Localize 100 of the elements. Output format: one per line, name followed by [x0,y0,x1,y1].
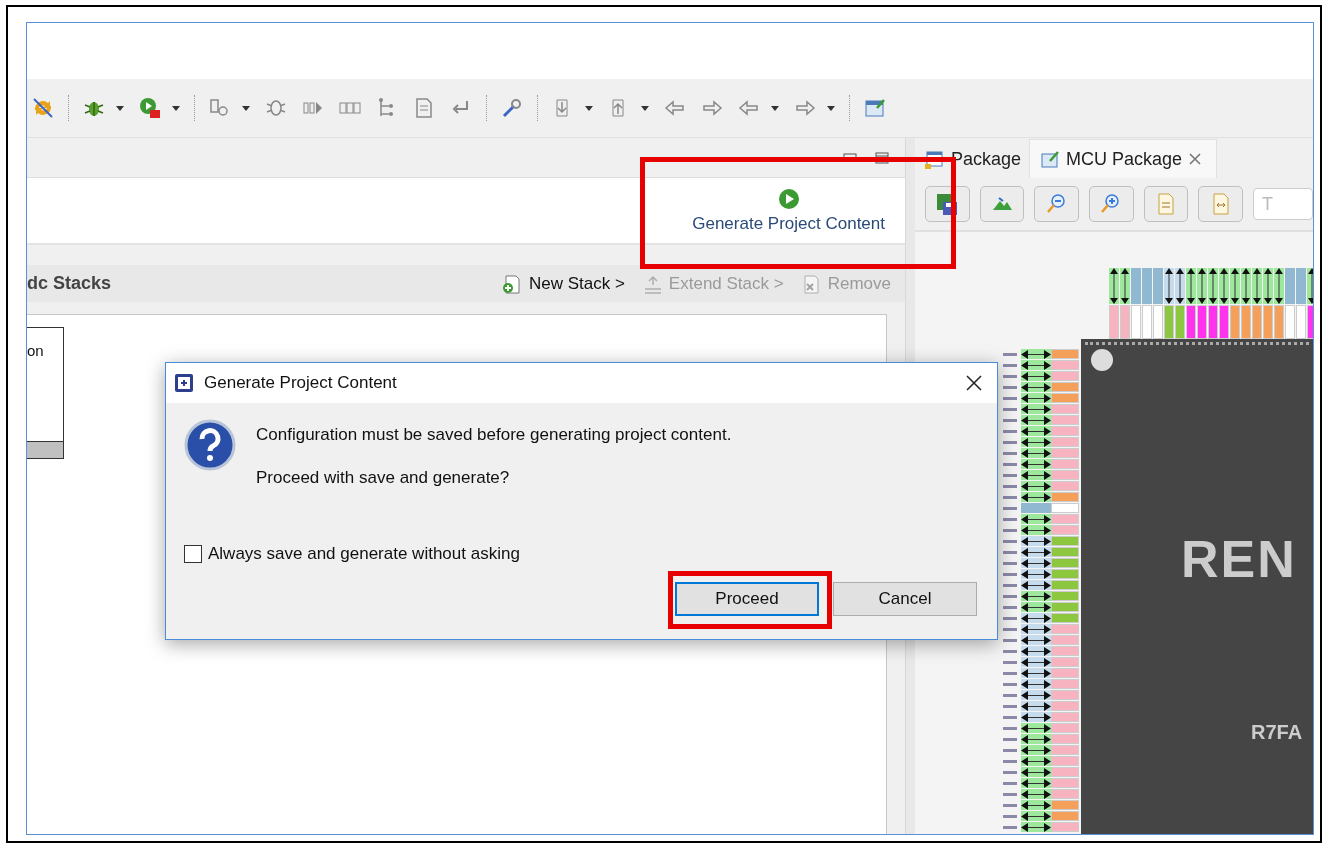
pin-direction [1021,558,1051,568]
pin-direction [1021,470,1051,480]
pin-name [1003,418,1017,422]
pin-direction [1021,635,1051,645]
close-icon[interactable] [965,374,983,392]
pin-direction [1219,268,1229,304]
pin-direction [1021,569,1051,579]
pin-name [1003,517,1017,521]
caret-icon[interactable] [770,103,780,113]
pin-name [1003,803,1017,807]
toolbar-action[interactable]: New Stack > [500,272,625,295]
window-icon [925,149,945,169]
pin-direction [1021,382,1051,392]
section-title: dc Stacks [27,273,112,294]
pin-name [1003,715,1017,719]
pin-direction [1021,723,1051,733]
pin-direction [1208,268,1218,304]
pin-direction [1021,525,1051,535]
pin-direction [1021,778,1051,788]
pin-direction [1175,268,1185,304]
pin-direction [1021,404,1051,414]
pin-name [1003,814,1017,818]
pin-direction [1021,745,1051,755]
pin-direction [1252,268,1262,304]
pin-direction [1021,481,1051,491]
dialog-title: Generate Project Content [204,373,398,393]
toolbar-button[interactable] [1089,186,1134,222]
pin-direction [1021,448,1051,458]
pin-name [1003,396,1017,400]
pin-direction [1021,712,1051,722]
pin-name [1003,759,1017,763]
dialog-message: Configuration must be saved before generating project content. [256,425,732,445]
pin-name [1003,660,1017,664]
dialog-button[interactable]: Cancel [833,582,977,616]
pin-name [1003,561,1017,565]
caret-icon[interactable] [584,103,594,113]
pin-name [1003,693,1017,697]
pin-name [1003,583,1017,587]
pin-name [1003,704,1017,708]
pin-name [1003,616,1017,620]
pin-name [1003,770,1017,774]
pin-direction [1021,514,1051,524]
pin-block [1021,503,1051,513]
caret-icon[interactable] [640,103,650,113]
generate-button[interactable]: Generate Project Content [692,187,885,234]
pin-direction [1241,268,1251,304]
checkbox[interactable] [184,545,202,563]
toolbar-button[interactable] [1034,186,1079,222]
caret-icon[interactable] [115,103,125,113]
pin-direction [1197,268,1207,304]
pin-block [1142,268,1152,304]
pin-name [1003,671,1017,675]
pin-name [1003,649,1017,653]
pin-name [1003,462,1017,466]
pin-direction [1021,426,1051,436]
pin-direction [1021,613,1051,623]
filter-field[interactable]: T [1253,188,1313,220]
caret-icon[interactable] [826,103,836,113]
pin-direction [1021,459,1051,469]
pin-direction [1021,536,1051,546]
view-tab[interactable]: MCU Package [1029,139,1218,178]
pin-direction [1021,415,1051,425]
pin-name [1003,627,1017,631]
pin-direction [1021,734,1051,744]
toolbar-button[interactable] [979,186,1025,222]
pin-name [1003,572,1017,576]
checkbox-label: Always save and generate without asking [208,544,520,564]
pin-name [1003,484,1017,488]
pin-name [1003,352,1017,356]
pin-name [1003,451,1017,455]
pin-direction [1021,701,1051,711]
caret-icon[interactable] [241,103,251,113]
pin-name [1003,528,1017,532]
chip-logo: REN [1181,529,1298,589]
pin-block [1296,268,1306,304]
module-box[interactable]: on [27,327,64,459]
add-page-icon [500,272,523,295]
pin-name [1003,638,1017,642]
pin-name [1003,748,1017,752]
pin-name [1003,506,1017,510]
dialog-button[interactable]: Proceed [675,582,819,616]
run-icon[interactable] [138,96,162,120]
pin-direction [1021,822,1051,832]
pin-name [1003,363,1017,367]
pin-name [1003,539,1017,543]
pin-block [1153,268,1163,304]
pin-name [1003,792,1017,796]
pin-direction [1021,602,1051,612]
pin-name [1003,605,1017,609]
pin-one-marker [1091,349,1113,371]
pin-direction [1021,646,1051,656]
play-icon [777,187,800,210]
sync-icon[interactable] [31,96,55,120]
maximize-icon[interactable] [875,151,889,164]
pin-direction [1230,268,1240,304]
pin-direction [1109,268,1119,304]
caret-icon[interactable] [171,103,181,113]
pin-direction [1021,360,1051,370]
pin-direction [1274,268,1284,304]
pin-direction [1021,657,1051,667]
